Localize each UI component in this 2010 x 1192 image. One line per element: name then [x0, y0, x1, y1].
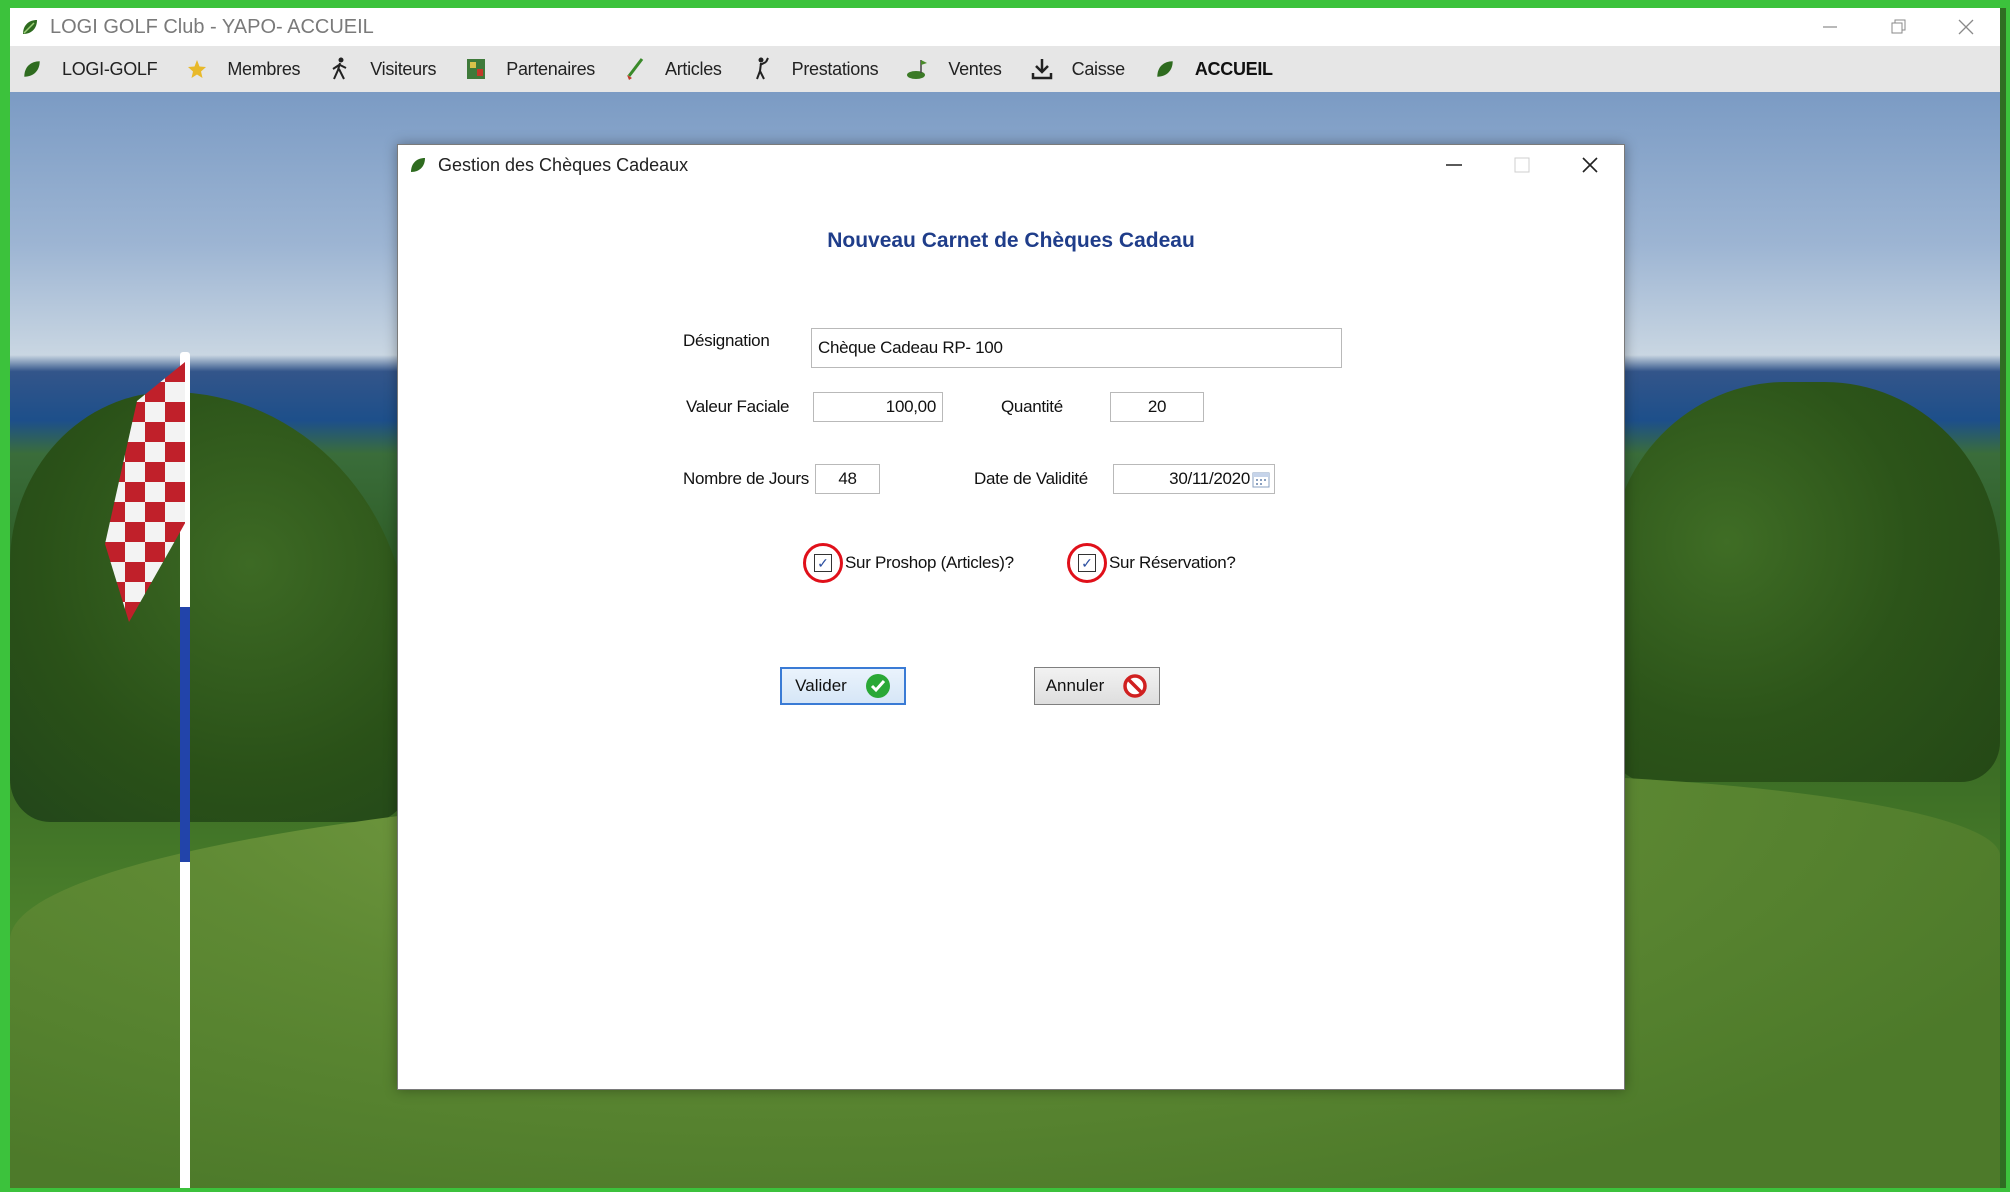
menu-item-logi-golf[interactable]: LOGI-GOLF — [10, 46, 158, 92]
close-icon — [1958, 19, 1974, 35]
download-icon — [1030, 57, 1054, 81]
nombre-jours-input[interactable] — [815, 464, 880, 494]
reservation-checkbox-label: Sur Réservation? — [1109, 553, 1236, 572]
gift-cheque-dialog: Gestion des Chèques Cadeaux Nouveau Carn… — [397, 144, 1625, 1090]
proshop-checkbox[interactable]: ✓ — [814, 554, 832, 572]
nombre-jours-label: Nombre de Jours — [683, 469, 809, 488]
proshop-checkbox-group[interactable]: ✓ Sur Proshop (Articles)? — [803, 543, 1014, 583]
quantite-label: Quantité — [1001, 397, 1063, 416]
background-trees-left — [10, 392, 410, 822]
date-validite-value: 30/11/2020 — [1169, 469, 1250, 488]
dialog-titlebar: Gestion des Chèques Cadeaux — [398, 145, 1624, 185]
close-icon — [1582, 157, 1598, 173]
menu-item-articles[interactable]: Articles — [613, 46, 722, 92]
partners-icon — [464, 57, 488, 81]
restore-icon — [1891, 19, 1906, 34]
menu-item-label: Visiteurs — [370, 58, 437, 79]
dialog-maximize-button — [1488, 145, 1556, 185]
date-validite-label: Date de Validité — [974, 469, 1088, 488]
app-title: LOGI GOLF Club - YAPO- ACCUEIL — [50, 15, 374, 38]
menu-item-visiteurs[interactable]: Visiteurs — [318, 46, 437, 92]
leaf-icon — [23, 20, 37, 34]
form-heading: Nouveau Carnet de Chèques Cadeau — [827, 229, 1195, 252]
valider-button-label: Valider — [795, 676, 847, 695]
app-titlebar: LOGI GOLF Club - YAPO- ACCUEIL — [10, 8, 2000, 46]
menu-item-label: Membres — [227, 58, 301, 79]
golfer-icon — [750, 57, 774, 81]
annuler-button[interactable]: Annuler — [1034, 667, 1160, 705]
restore-button[interactable] — [1864, 8, 1932, 46]
menu-item-label: Partenaires — [506, 58, 595, 79]
valeur-faciale-input[interactable] — [813, 392, 943, 422]
proshop-checkbox-label: Sur Proshop (Articles)? — [845, 553, 1014, 572]
highlight-ring: ✓ — [803, 543, 843, 583]
menu-item-prestations[interactable]: Prestations — [740, 46, 879, 92]
annuler-button-label: Annuler — [1045, 676, 1105, 695]
checkmark-icon — [865, 674, 890, 698]
background-trees-right — [1610, 382, 2000, 782]
date-validite-picker[interactable]: 30/11/2020 — [1113, 464, 1275, 494]
highlight-ring: ✓ — [1067, 543, 1107, 583]
menu-item-ventes[interactable]: Ventes — [896, 46, 1002, 92]
menu-item-label: ACCUEIL — [1194, 58, 1273, 79]
close-button[interactable] — [1932, 8, 2000, 46]
menu-item-membres[interactable]: Membres — [175, 46, 301, 92]
leaf-icon — [1153, 57, 1177, 81]
calendar-icon[interactable] — [1252, 470, 1270, 488]
dialog-close-button[interactable] — [1556, 145, 1624, 185]
walking-person-icon — [328, 57, 352, 81]
dialog-title: Gestion des Chèques Cadeaux — [438, 154, 689, 175]
minimize-button[interactable] — [1796, 8, 1864, 46]
valider-button[interactable]: Valider — [780, 667, 906, 705]
quantite-input[interactable] — [1110, 392, 1204, 422]
star-person-icon — [185, 57, 209, 81]
leaf-icon — [20, 57, 44, 81]
main-menu-bar: LOGI-GOLF Membres Visiteurs Partenaires … — [10, 46, 2000, 92]
reservation-checkbox[interactable]: ✓ — [1078, 554, 1096, 572]
menu-item-label: Prestations — [791, 58, 879, 79]
menu-item-accueil[interactable]: ACCUEIL — [1143, 46, 1273, 92]
menu-item-label: Ventes — [948, 58, 1002, 79]
menu-item-label: Articles — [665, 58, 722, 79]
minimize-icon — [1446, 164, 1462, 166]
maximize-icon — [1514, 157, 1530, 173]
designation-input[interactable] — [811, 328, 1342, 368]
menu-item-label: Caisse — [1071, 58, 1126, 79]
golf-club-icon — [623, 57, 647, 81]
designation-label: Désignation — [683, 331, 770, 350]
valeur-faciale-label: Valeur Faciale — [686, 397, 790, 416]
menu-item-partenaires[interactable]: Partenaires — [454, 46, 595, 92]
prohibited-icon — [1123, 674, 1148, 698]
reservation-checkbox-group[interactable]: ✓ Sur Réservation? — [1067, 543, 1236, 583]
menu-item-caisse[interactable]: Caisse — [1020, 46, 1125, 92]
menu-item-label: LOGI-GOLF — [62, 58, 158, 79]
leaf-icon — [411, 158, 425, 172]
minimize-icon — [1823, 26, 1837, 28]
putting-green-icon — [906, 57, 930, 81]
dialog-minimize-button[interactable] — [1420, 145, 1488, 185]
